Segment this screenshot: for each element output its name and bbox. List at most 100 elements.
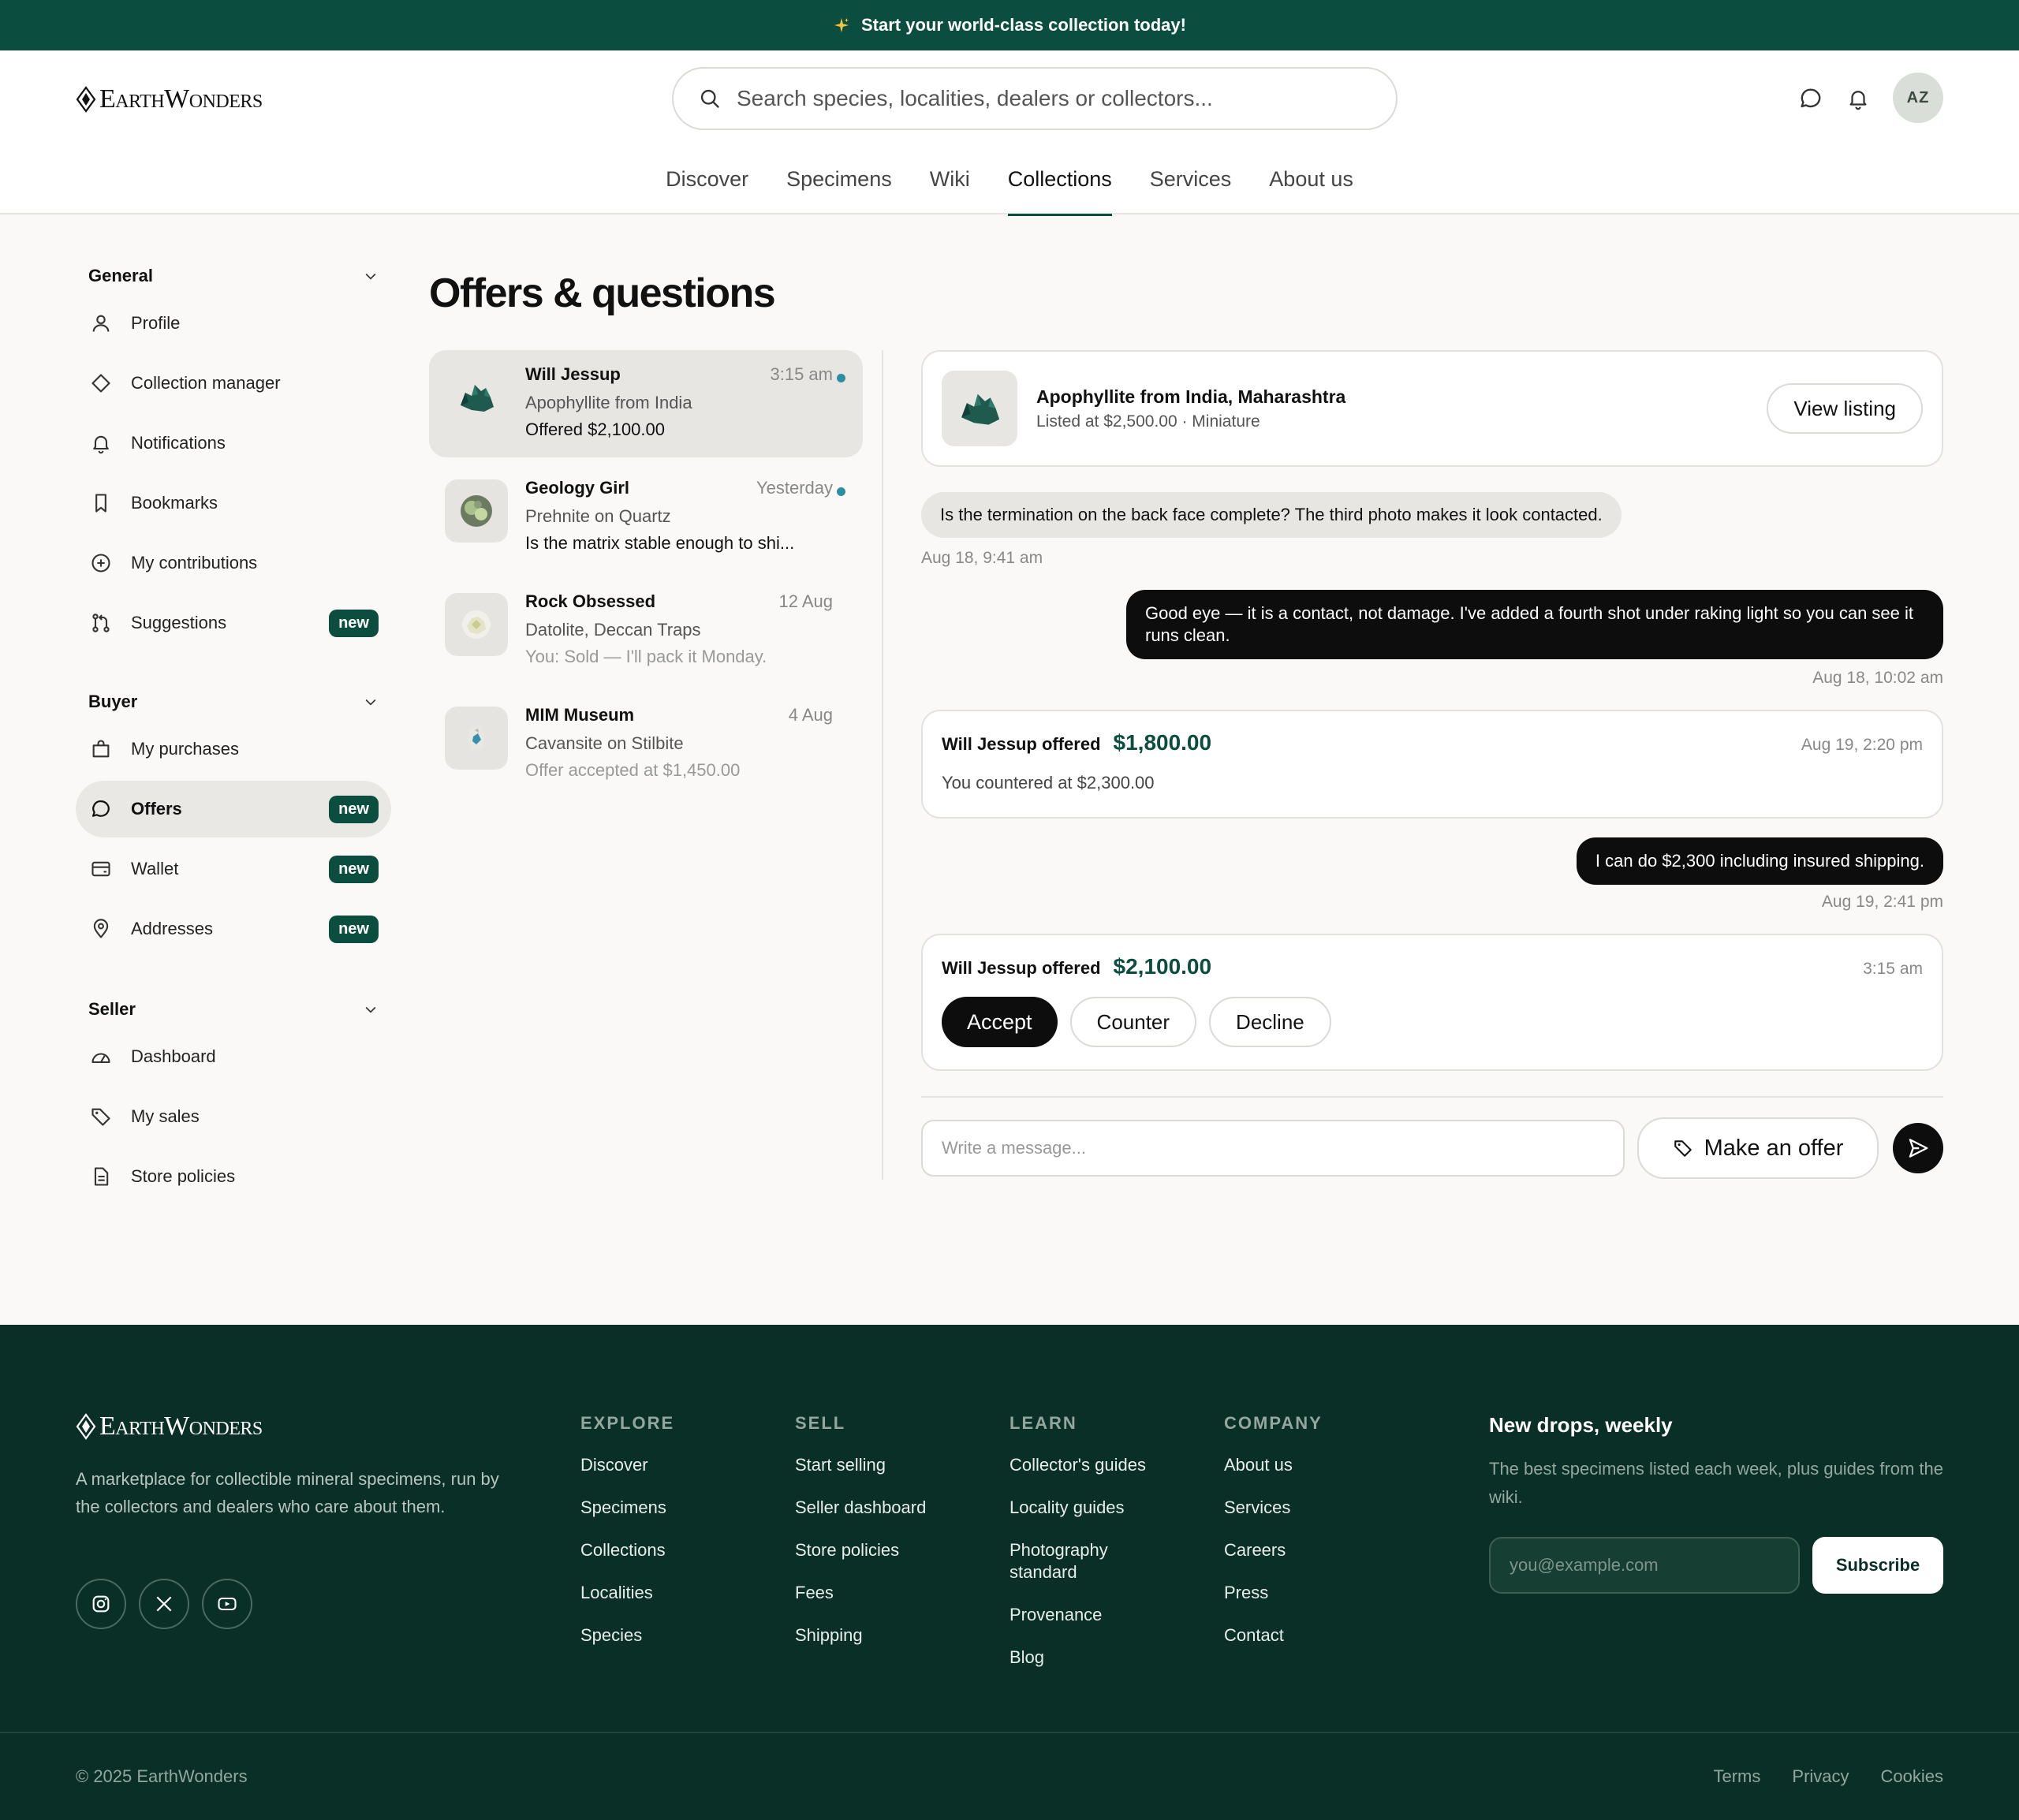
sidebar-item-addresses[interactable]: Addresses new [76,901,391,957]
decline-button[interactable]: Decline [1209,997,1331,1047]
incoming-message: Is the termination on the back face comp… [921,492,1622,538]
message-input[interactable] [921,1120,1625,1177]
footer-link[interactable]: Collections [580,1539,770,1561]
nav-specimens[interactable]: Specimens [786,161,892,214]
site-header: EarthWonders AZ Discover Specimens Wiki … [0,50,2019,216]
thread-last-message: Offered $2,100.00 [525,420,665,439]
sidebar-item-profile[interactable]: Profile [76,295,391,352]
offer-amount: $2,100.00 [1113,954,1212,979]
offer-card: Will Jessup offered $1,800.00 Aug 19, 2:… [921,710,1943,819]
messages-icon[interactable] [1797,84,1825,113]
brand-logo[interactable]: EarthWonders [76,84,263,115]
message-timestamp: Aug 18, 9:41 am [921,549,1043,567]
footer-link[interactable]: Store policies [795,1539,984,1561]
sidebar-item-bookmarks[interactable]: Bookmarks [76,475,391,531]
brand-name: EarthWonders [99,84,263,114]
thread-time: Yesterday [756,478,833,498]
sidebar-item-store-policies[interactable]: Store policies [76,1148,391,1205]
send-icon [1906,1136,1930,1160]
nav-services[interactable]: Services [1150,161,1232,214]
sidebar-item-dashboard[interactable]: Dashboard [76,1028,391,1085]
accept-button[interactable]: Accept [942,997,1058,1047]
sidebar-item-collection-manager[interactable]: Collection manager [76,355,391,412]
make-offer-button[interactable]: Make an offer [1637,1117,1879,1179]
footer-link[interactable]: Collector's guides [1010,1454,1167,1476]
footer-link[interactable]: Specimens [580,1497,770,1519]
footer-link[interactable]: Locality guides [1010,1497,1167,1519]
sidebar-item-label: Bookmarks [131,493,218,513]
sidebar-item-my-purchases[interactable]: My purchases [76,721,391,778]
instagram-icon[interactable] [76,1579,126,1629]
user-avatar[interactable]: AZ [1893,73,1943,123]
nav-about-us[interactable]: About us [1269,161,1353,214]
footer-link[interactable]: Discover [580,1454,770,1476]
footer-link[interactable]: Services [1224,1497,1413,1519]
footer-link[interactable]: Contact [1224,1624,1413,1647]
youtube-icon[interactable] [202,1579,252,1629]
terms-link[interactable]: Terms [1714,1766,1761,1787]
footer-link[interactable]: Photography standard [1010,1539,1167,1583]
sidebar-item-offers[interactable]: Offers new [76,781,391,837]
sidebar-buyer-header[interactable]: Buyer [76,686,391,718]
x-twitter-icon[interactable] [139,1579,189,1629]
nav-discover[interactable]: Discover [666,161,748,214]
footer-link[interactable]: Blog [1010,1647,1167,1669]
footer-link[interactable]: Press [1224,1582,1413,1604]
unread-dot [837,374,845,382]
thread-item[interactable]: Rock Obsessed 12 Aug Datolite, Deccan Tra… [429,577,863,684]
privacy-link[interactable]: Privacy [1792,1766,1849,1787]
sidebar-seller-header[interactable]: Seller [76,994,391,1025]
thread-list: Will Jessup 3:15 am Apophyllite from Indi… [429,350,863,804]
cookies-link[interactable]: Cookies [1881,1766,1943,1787]
footer-column-explore: EXPLORE Discover Specimens Collections L… [580,1413,770,1667]
footer-logo[interactable]: EarthWonders [76,1412,263,1441]
specimen-thumbnail [445,479,508,543]
footer-link[interactable]: Start selling [795,1454,984,1476]
thread-item[interactable]: Geology Girl Yesterday Prehnite on Quartz… [429,464,863,571]
thread-item[interactable]: Will Jessup 3:15 am Apophyllite from Indi… [429,350,863,457]
sidebar-item-my-contributions[interactable]: My contributions [76,535,391,591]
unread-dot [837,487,845,496]
view-listing-button[interactable]: View listing [1767,383,1923,434]
new-badge: new [329,609,379,637]
listing-meta: Listed at $2,500.00 · Miniature [1036,412,1260,431]
nav-collections[interactable]: Collections [1007,161,1112,216]
footer-link[interactable]: Shipping [795,1624,984,1647]
footer-tagline: A marketplace for collectible mineral sp… [76,1469,499,1516]
footer-link[interactable]: Seller dashboard [795,1497,984,1519]
footer-link[interactable]: Species [580,1624,770,1647]
footer-link[interactable]: Fees [795,1582,984,1604]
tag-icon [1673,1138,1693,1158]
newsletter-title: New drops, weekly [1489,1413,1673,1437]
thread-item[interactable]: MIM Museum 4 Aug Cavansite on Stilbite Of… [429,691,863,798]
newsletter-email-input[interactable] [1489,1537,1800,1594]
sidebar-item-suggestions[interactable]: Suggestions new [76,595,391,651]
thread-last-message: Is the matrix stable enough to shi... [525,533,795,553]
footer-link[interactable]: Careers [1224,1539,1413,1561]
nav-wiki[interactable]: Wiki [930,161,970,214]
sidebar-item-notifications[interactable]: Notifications [76,415,391,472]
chat-bubble-icon [88,796,114,822]
sidebar-general-header[interactable]: General [76,260,391,292]
search-input[interactable] [737,86,1371,111]
bell-icon[interactable] [1844,84,1872,113]
page-title: Offers & questions [429,270,776,316]
counter-button[interactable]: Counter [1069,997,1197,1047]
search-bar[interactable] [672,67,1398,130]
footer-column-company: COMPANY About us Services Careers Press … [1224,1413,1413,1667]
sidebar-item-my-sales[interactable]: My sales [76,1088,391,1145]
thread-last-message: Offer accepted at $1,450.00 [525,760,741,780]
footer-link[interactable]: Localities [580,1582,770,1604]
sidebar-item-wallet[interactable]: Wallet new [76,841,391,897]
sidebar-item-label: My contributions [131,553,258,572]
counter-note: You countered at $2,300.00 [942,773,1155,793]
logo-gem-icon [76,86,96,113]
footer-link[interactable]: Provenance [1010,1604,1167,1626]
send-button[interactable] [1893,1123,1943,1173]
footer-link[interactable]: About us [1224,1454,1413,1476]
main-nav: Discover Specimens Wiki Collections Serv… [0,161,2019,216]
listing-title: Apophyllite from India, Maharashtra [1036,386,1346,407]
chevron-down-icon [363,268,379,284]
shopping-bag-icon [88,737,114,762]
subscribe-button[interactable]: Subscribe [1812,1537,1943,1594]
